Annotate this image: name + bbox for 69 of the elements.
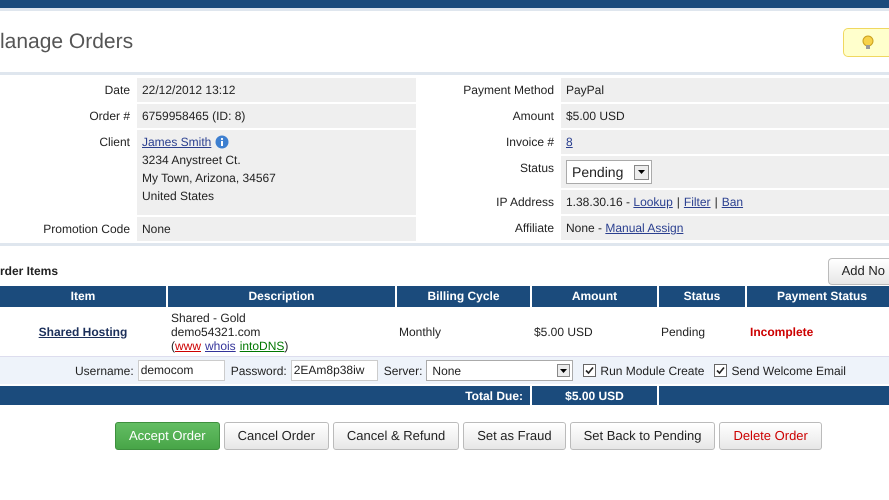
field-label: Username: <box>75 362 134 380</box>
field-value: 1.38.30.16 - <box>566 194 632 211</box>
field-label: Status <box>518 160 555 177</box>
status-select[interactable]: Pending <box>566 160 652 184</box>
field-value: 22/12/2012 13:12 <box>137 78 416 102</box>
page-title: lanage Orders <box>0 28 134 55</box>
section-title: rder Items <box>0 263 58 280</box>
checkbox-label: Run Module Create <box>600 362 704 380</box>
link[interactable]: www <box>175 338 201 352</box>
client-link[interactable]: James Smith <box>142 133 212 151</box>
description-text: demo54321.com <box>171 324 262 338</box>
field-label: Invoice # <box>504 134 555 151</box>
link[interactable]: 8 <box>566 133 573 151</box>
table-cell-text: Monthly <box>399 324 442 340</box>
field-label: Password: <box>230 362 287 380</box>
link[interactable]: Filter <box>684 193 711 211</box>
field-label: Server: <box>384 362 422 380</box>
link[interactable]: Lookup <box>633 193 673 211</box>
server-select[interactable]: None <box>426 360 574 381</box>
column-header: Payment Status <box>747 286 889 307</box>
column-header: Item <box>0 286 166 307</box>
parenthesis: ( <box>171 338 175 352</box>
field-value: 6759958465 (ID: 8) <box>137 104 416 128</box>
field-value: PayPal <box>561 78 889 102</box>
field-label: IP Address <box>495 194 555 211</box>
table-cell-text: $5.00 USD <box>534 324 593 340</box>
field-label: Promotion Code <box>42 221 131 238</box>
payment-status: Incomplete <box>750 324 814 340</box>
input-field[interactable]: democom <box>138 360 225 381</box>
action-button[interactable]: Cancel Order <box>224 422 329 450</box>
address-line: My Town, Arizona, 34567 <box>142 170 277 187</box>
add-button[interactable]: Add No <box>828 258 889 284</box>
column-header: Amount <box>532 286 657 307</box>
column-header: Billing Cycle <box>397 286 530 307</box>
column-header: Status <box>659 286 745 307</box>
description-text: Shared - Gold <box>171 310 247 324</box>
link[interactable]: Manual Assign <box>605 219 684 237</box>
action-button[interactable]: Cancel & Refund <box>332 422 460 450</box>
info-icon[interactable] <box>215 135 230 149</box>
checkbox-label: Send Welcome Email <box>731 362 846 380</box>
field-label: Amount <box>512 108 555 125</box>
total-label: Total Due: <box>465 388 523 404</box>
input-field[interactable]: 2EAm8p38iw <box>290 360 378 381</box>
link[interactable]: whois <box>205 338 236 352</box>
parenthesis: ) <box>284 338 288 352</box>
column-header: Description <box>168 286 395 307</box>
field-label: Order # <box>88 108 131 125</box>
field-label: Affiliate <box>514 220 555 237</box>
action-button[interactable]: Set as Fraud <box>463 422 566 450</box>
checkbox[interactable] <box>583 364 596 377</box>
address-line: 3234 Anystreet Ct. <box>142 152 242 169</box>
item-link[interactable]: Shared Hosting <box>38 322 128 340</box>
field-value: None - <box>566 220 604 237</box>
address-line: United States <box>142 188 216 205</box>
checkbox[interactable] <box>714 364 728 377</box>
field-value: $5.00 USD <box>561 104 889 128</box>
total-value: $5.00 USD <box>565 388 624 404</box>
link[interactable]: Ban <box>722 193 744 211</box>
table-cell-text: Pending <box>661 324 706 340</box>
action-button[interactable]: Set Back to Pending <box>570 422 716 450</box>
field-label: Date <box>104 82 131 99</box>
separator: | <box>714 194 718 211</box>
field-value: None <box>137 217 416 241</box>
action-button[interactable]: Delete Order <box>719 422 822 450</box>
lightbulb-icon <box>862 35 874 50</box>
field-label: Client <box>98 134 131 151</box>
link[interactable]: intoDNS <box>240 338 284 352</box>
separator: | <box>676 194 680 211</box>
field-label: Payment Method <box>462 82 555 99</box>
